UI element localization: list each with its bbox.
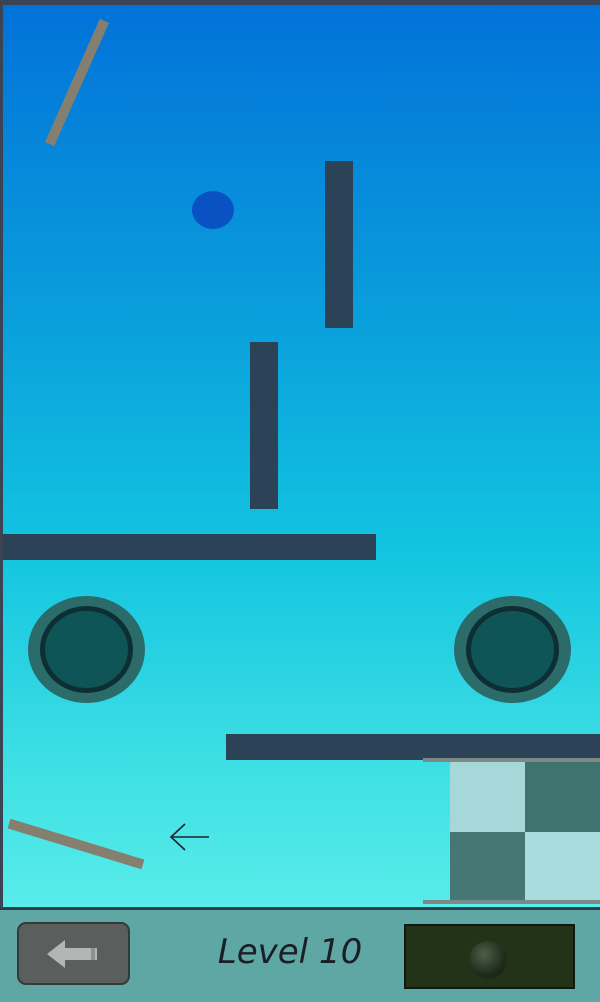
goal-zone <box>423 758 600 907</box>
game-window: Level 10 <box>0 0 600 1002</box>
goal-cell <box>525 762 600 832</box>
left-arrow-icon <box>169 823 209 851</box>
level-label: Level 10 <box>217 932 363 972</box>
tilted-plank-top <box>44 18 110 147</box>
bottom-bar: Level 10 <box>0 908 600 1002</box>
back-button[interactable] <box>17 922 130 985</box>
back-arrow-icon <box>47 940 97 968</box>
hole-right <box>454 596 571 703</box>
ball[interactable] <box>192 191 234 229</box>
goal-cell <box>450 832 525 902</box>
goal-cell <box>450 762 525 832</box>
goal-rail-bottom <box>423 900 600 904</box>
hole-left <box>28 596 145 703</box>
horizontal-wall-right <box>226 734 600 760</box>
playfield[interactable] <box>3 5 600 907</box>
horizontal-wall-left <box>3 534 376 560</box>
goal-cell <box>525 832 600 902</box>
vertical-wall-upper <box>325 161 353 328</box>
ball-icon <box>469 941 507 979</box>
tilted-plank-bottom <box>7 818 145 870</box>
ball-selector-button[interactable] <box>404 924 575 989</box>
vertical-wall-middle <box>250 342 278 509</box>
